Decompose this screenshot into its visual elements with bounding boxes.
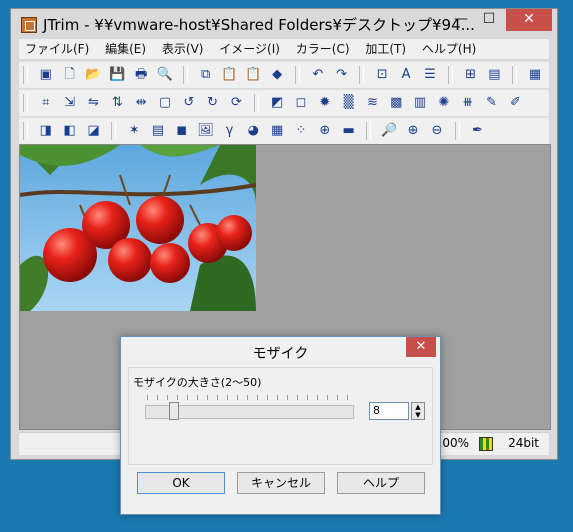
dots-icon[interactable]: ⁘ [291, 121, 311, 141]
mosaic-dialog: モザイク ✕ モザイクの大きさ(2〜50) 8 ▲ ▼ OK キャンセル ヘルプ [120, 336, 441, 515]
zoom-out-icon[interactable]: ⊖ [427, 121, 447, 141]
wave-icon[interactable]: ≋ [362, 93, 382, 113]
toolbar-grip [111, 122, 117, 140]
toolbar-grip [23, 66, 28, 84]
rotate-right-icon[interactable]: ↻ [203, 93, 223, 113]
crop-icon[interactable]: ⌗ [36, 93, 56, 113]
sepia-icon[interactable]: ◧ [60, 121, 80, 141]
color-depth-icon [479, 437, 493, 451]
maximize-button[interactable]: ☐ [475, 9, 503, 31]
mosaic-icon[interactable]: ▩ [386, 93, 406, 113]
menu-edit[interactable]: 編集(E) [99, 39, 152, 59]
window-title: JTrim - ¥¥vmware-host¥Shared Folders¥デスク… [43, 16, 475, 34]
toolbar-grip [454, 122, 460, 140]
menu-bar: ファイル(F) 編集(E) 表示(V) イメージ(I) カラー(C) 加工(T)… [19, 39, 549, 59]
save-icon[interactable]: 💾 [107, 65, 127, 85]
mirror-icon[interactable]: ⇹ [131, 93, 151, 113]
rotate-left-icon[interactable]: ↺ [179, 93, 199, 113]
rotate-icon[interactable]: ⟳ [226, 93, 246, 113]
noise-icon[interactable]: ▒ [339, 93, 359, 113]
mosaic-size-label: モザイクの大きさ(2〜50) [133, 376, 262, 389]
toolbar-2: ⌗ ⇲ ⇋ ⇅ ⇹ ▢ ↺ ↻ ⟳ ◩ ◻ ✹ ▒ ≋ ▩ ▥ ✺ ⧻ ✎ ✐ … [19, 89, 549, 133]
menu-file[interactable]: ファイル(F) [19, 39, 95, 59]
grid-icon[interactable]: ⊞ [461, 65, 481, 85]
toolbar-grip [359, 66, 365, 84]
paint-fill-icon[interactable]: ◆ [267, 65, 287, 85]
gray-icon[interactable]: ▬ [339, 121, 359, 141]
toolbar-grip [254, 94, 260, 112]
blur-icon[interactable]: ◻ [291, 93, 311, 113]
checker-icon[interactable]: ▦ [267, 121, 287, 141]
menu-process[interactable]: 加工(T) [359, 39, 412, 59]
toolbar-grip [23, 94, 28, 112]
eraser-icon[interactable]: ✐ [505, 93, 525, 113]
print-icon[interactable]: 🖶 [131, 65, 151, 85]
menu-color[interactable]: カラー(C) [290, 39, 356, 59]
color-icon[interactable]: ◼ [172, 121, 192, 141]
redo-icon[interactable]: ↷ [332, 65, 352, 85]
xor-icon[interactable]: ⊕ [315, 121, 335, 141]
spot-icon[interactable]: ⧻ [458, 93, 478, 113]
menu-help[interactable]: ヘルプ(H) [416, 39, 482, 59]
gamma-icon[interactable]: γ [219, 121, 239, 141]
toolbar-grip [447, 66, 453, 84]
color-palette-icon[interactable]: ▦ [525, 65, 545, 85]
paste-new-icon[interactable]: 📋 [243, 65, 263, 85]
new-doc-icon[interactable]: 🗋 [60, 65, 80, 85]
minimize-button[interactable]: — [447, 9, 475, 31]
contrast-icon[interactable]: ◪ [83, 121, 103, 141]
circle-lines-icon[interactable]: ☰ [420, 65, 440, 85]
rgb-icon[interactable]: ▤ [148, 121, 168, 141]
print-preview-icon[interactable]: 🔍 [155, 65, 175, 85]
menu-image[interactable]: イメージ(I) [213, 39, 286, 59]
zoom-icon[interactable]: 🔎 [379, 121, 399, 141]
flip-v-icon[interactable]: ⇅ [107, 93, 127, 113]
title-bar: JTrim - ¥¥vmware-host¥Shared Folders¥デスク… [11, 9, 557, 39]
frame-icon[interactable]: ▢ [155, 93, 175, 113]
edge-icon[interactable]: ✺ [434, 93, 454, 113]
app-icon [21, 17, 37, 33]
toolbar-1: ▣ 🗋 📂 💾 🖶 🔍 ⧉ 📋 📋 ◆ ↶ ↷ ⊡ A ☰ ⊞ ▤ ▦ [19, 61, 549, 88]
color-depth: 24bit [508, 436, 539, 450]
slider-ticks [147, 395, 351, 400]
toolbar-grip [23, 122, 28, 140]
new-icon[interactable]: ▣ [36, 65, 56, 85]
menu-view[interactable]: 表示(V) [156, 39, 210, 59]
close-button[interactable]: ✕ [506, 9, 552, 31]
mosaic-size-input[interactable]: 8 [369, 402, 409, 420]
layout-icon[interactable]: ▤ [484, 65, 504, 85]
dialog-body: モザイクの大きさ(2〜50) 8 ▲ ▼ [128, 367, 433, 465]
fit-icon[interactable]: ⊡ [372, 65, 392, 85]
open-folder-icon[interactable]: 📂 [83, 65, 103, 85]
eyedropper-icon[interactable]: ✒ [468, 121, 488, 141]
ok-button[interactable]: OK [137, 472, 225, 494]
dialog-title: モザイク [252, 346, 309, 362]
flip-h-icon[interactable]: ⇋ [83, 93, 103, 113]
pen-icon[interactable]: ✎ [482, 93, 502, 113]
emboss-icon[interactable]: ▥ [410, 93, 430, 113]
sharpen-icon[interactable]: ✹ [315, 93, 335, 113]
toolbar-3: ◨ ◧ ◪ ✶ ▤ ◼ 🖼 γ ◕ ▦ ⁘ ⊕ ▬ 🔎 ⊕ ⊖ ✒ [19, 117, 549, 144]
toolbar-grip [182, 66, 188, 84]
copy-icon[interactable]: ⧉ [196, 65, 216, 85]
picture-icon[interactable]: 🖼 [196, 121, 216, 141]
undo-icon[interactable]: ↶ [308, 65, 328, 85]
zoom-in-icon[interactable]: ⊕ [403, 121, 423, 141]
text-icon[interactable]: A [396, 65, 416, 85]
slider-thumb[interactable] [169, 402, 179, 420]
sparkle-icon[interactable]: ✶ [124, 121, 144, 141]
toolbar-grip [294, 66, 300, 84]
gradient-icon[interactable]: ◨ [36, 121, 56, 141]
resize-icon[interactable]: ⇲ [60, 93, 80, 113]
cancel-button[interactable]: キャンセル [237, 472, 325, 494]
help-button[interactable]: ヘルプ [337, 472, 425, 494]
dialog-close-button[interactable]: ✕ [406, 337, 436, 357]
palette-icon[interactable]: ◕ [243, 121, 263, 141]
cherry-photo [20, 145, 256, 311]
shadow-icon[interactable]: ◩ [267, 93, 287, 113]
toolbar-grip [366, 122, 372, 140]
paste-icon[interactable]: 📋 [219, 65, 239, 85]
mosaic-size-spinner[interactable]: ▲ ▼ [411, 402, 425, 420]
toolbar-grip [512, 66, 518, 84]
